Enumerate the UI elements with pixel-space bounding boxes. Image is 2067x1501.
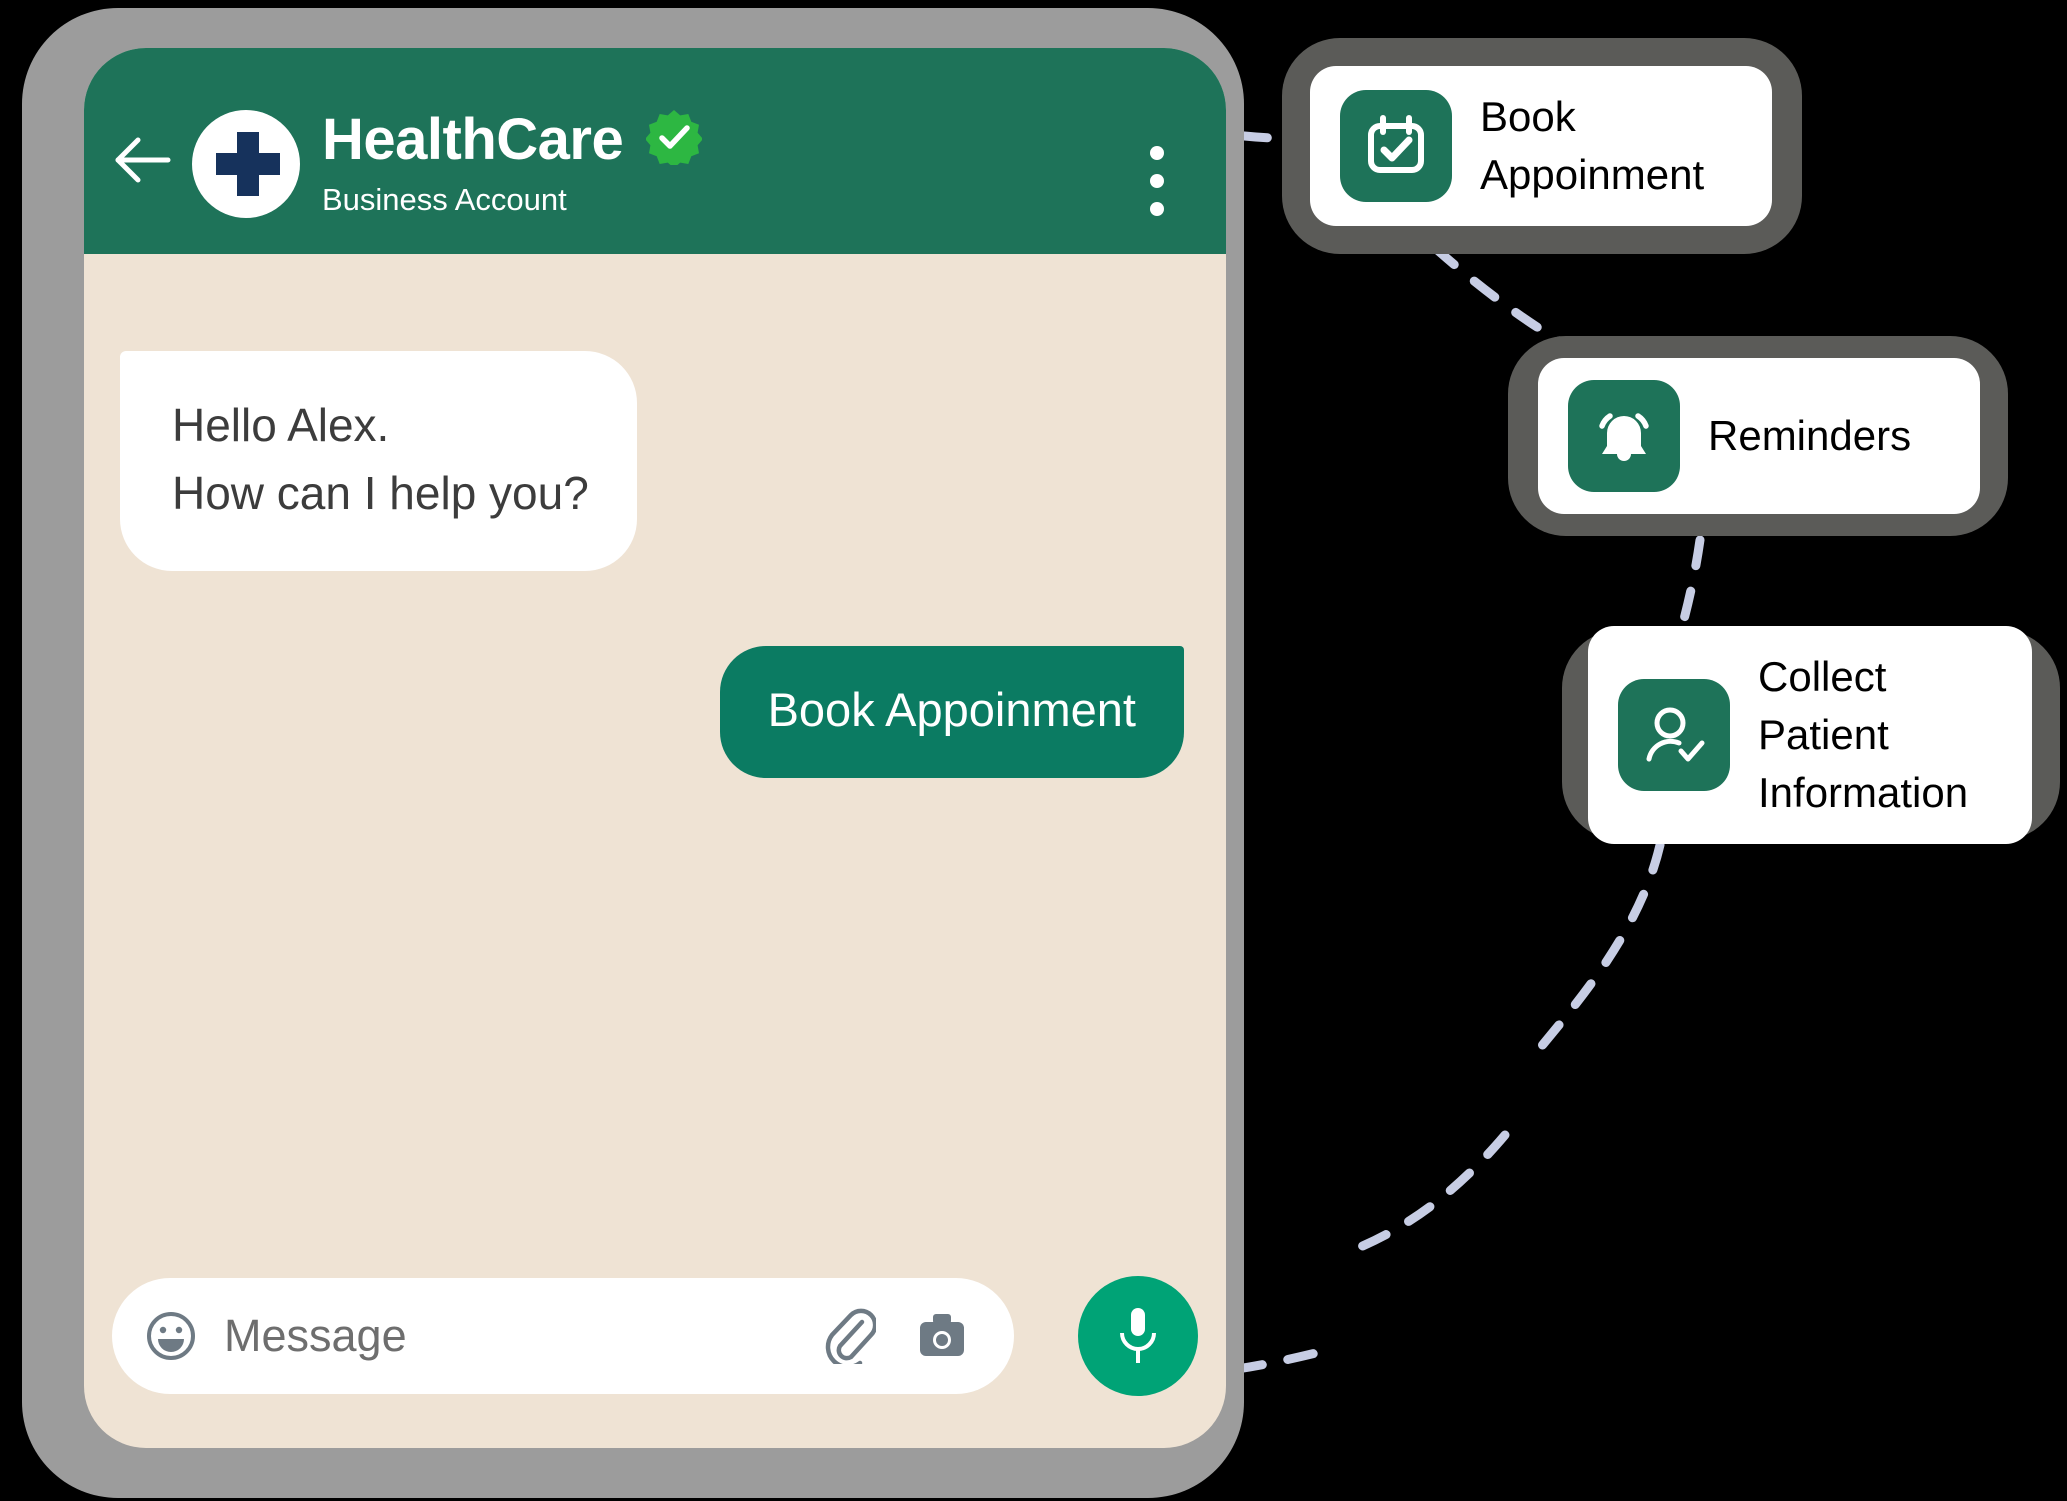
feature-card-inner: Book Appoinment (1310, 66, 1772, 226)
phone-frame: HealthCare Business Account Hello Alex. … (22, 8, 1244, 1498)
emoji-smiley-icon[interactable] (146, 1311, 196, 1361)
chat-screen: HealthCare Business Account Hello Alex. … (84, 48, 1226, 1448)
message-line-2: How can I help you? (172, 467, 589, 519)
paperclip-icon[interactable] (824, 1308, 876, 1364)
message-bubble-outgoing: Book Appoinment (719, 646, 1184, 778)
verified-badge-icon (645, 110, 702, 165)
calendar-check-icon (1340, 90, 1452, 202)
message-text: Book Appoinment (767, 683, 1136, 736)
overflow-menu-icon[interactable] (1150, 146, 1164, 230)
message-input-field[interactable]: Message (112, 1278, 1014, 1394)
menu-dot (1150, 174, 1164, 188)
feature-card-inner: Collect Patient Information (1588, 626, 2032, 844)
message-input-bar: Message (112, 1276, 1198, 1396)
feature-card-label: Collect Patient Information (1758, 653, 1969, 816)
feature-card-book-appointment[interactable]: Book Appoinment (1282, 38, 1802, 254)
page-title: HealthCare (322, 107, 624, 172)
avatar[interactable] (192, 110, 300, 218)
feature-card-inner: Reminders (1538, 358, 1980, 514)
message-list: Hello Alex. How can I help you? Book App… (84, 254, 1226, 1448)
connector-patient-to-feedback (1525, 840, 1665, 1065)
medical-cross-icon-bar (216, 153, 280, 175)
bell-icon (1568, 380, 1680, 492)
microphone-icon (1120, 1308, 1156, 1363)
feature-card-reminders[interactable]: Reminders (1508, 336, 2008, 536)
voice-record-button[interactable] (1078, 1276, 1198, 1396)
feature-card-label: Book Appoinment (1480, 93, 1705, 198)
user-check-icon (1618, 679, 1730, 791)
chat-header: HealthCare Business Account (84, 48, 1226, 254)
feature-card-collect-patient-information[interactable]: Collect Patient Information (1562, 626, 2060, 844)
arrow-left-icon[interactable] (114, 134, 172, 186)
account-subtitle: Business Account (322, 182, 567, 217)
menu-dot (1150, 146, 1164, 160)
connector-feedback-to-payments (1353, 1130, 1510, 1253)
message-line-1: Hello Alex. (172, 399, 390, 451)
page-root: HealthCare Business Account Hello Alex. … (0, 0, 2067, 1501)
camera-icon[interactable] (916, 1312, 968, 1360)
menu-dot (1150, 202, 1164, 216)
message-placeholder-text: Message (224, 1310, 407, 1361)
feature-card-label: Reminders (1708, 412, 1912, 459)
message-bubble-incoming: Hello Alex. How can I help you? (120, 351, 637, 571)
header-text-group: HealthCare Business Account (322, 106, 702, 220)
